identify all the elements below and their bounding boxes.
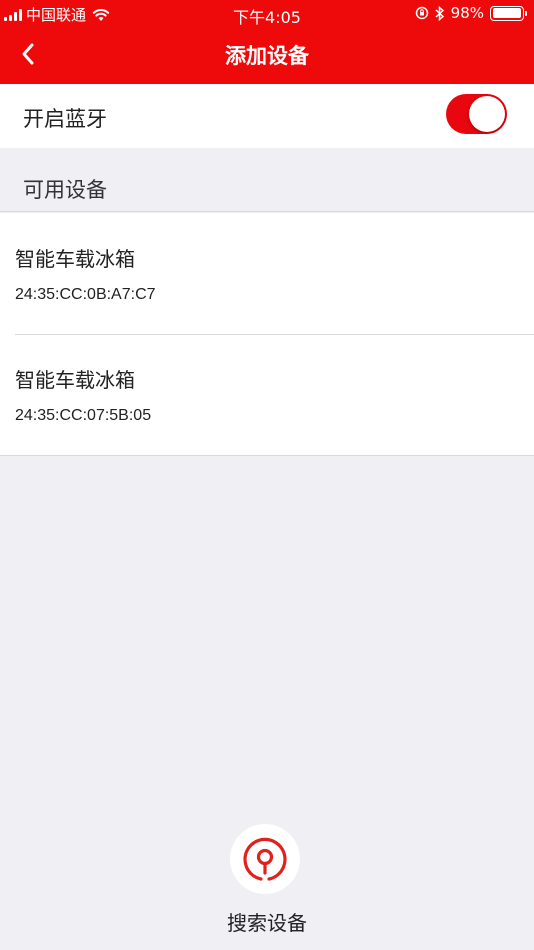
- device-mac: 24:35:CC:07:5B:05: [15, 407, 152, 424]
- orientation-lock-icon: [415, 6, 428, 20]
- section-title: 可用设备: [23, 178, 107, 202]
- list-item[interactable]: 智能车载冰箱 24:35:CC:0B:A7:C7: [0, 213, 534, 334]
- section-header: 可用设备: [0, 148, 534, 212]
- battery-icon: [490, 5, 527, 21]
- nav-bar: 添加设备: [0, 28, 534, 84]
- device-list: 智能车载冰箱 24:35:CC:0B:A7:C7 智能车载冰箱 24:35:CC…: [0, 213, 534, 456]
- device-name: 智能车载冰箱: [15, 247, 135, 271]
- status-bar: 中国联通 下午4:05 98%: [0, 0, 534, 28]
- battery-percent: 98%: [450, 4, 484, 22]
- header: 中国联通 下午4:05 98% 添加设备: [0, 0, 534, 84]
- list-item[interactable]: 智能车载冰箱 24:35:CC:07:5B:05: [0, 334, 534, 455]
- bluetooth-toggle[interactable]: [446, 94, 507, 134]
- status-right: 98%: [415, 4, 527, 22]
- battery-fill: [492, 8, 521, 18]
- search-label: 搜索设备: [227, 911, 307, 935]
- toggle-knob: [469, 96, 505, 132]
- device-name: 智能车载冰箱: [15, 368, 135, 392]
- bluetooth-icon: [435, 5, 444, 21]
- search-pin-icon: [243, 837, 287, 881]
- page-title: 添加设备: [225, 44, 309, 68]
- bluetooth-label: 开启蓝牙: [23, 107, 107, 131]
- device-mac: 24:35:CC:0B:A7:C7: [15, 286, 156, 303]
- search-button[interactable]: [230, 824, 300, 894]
